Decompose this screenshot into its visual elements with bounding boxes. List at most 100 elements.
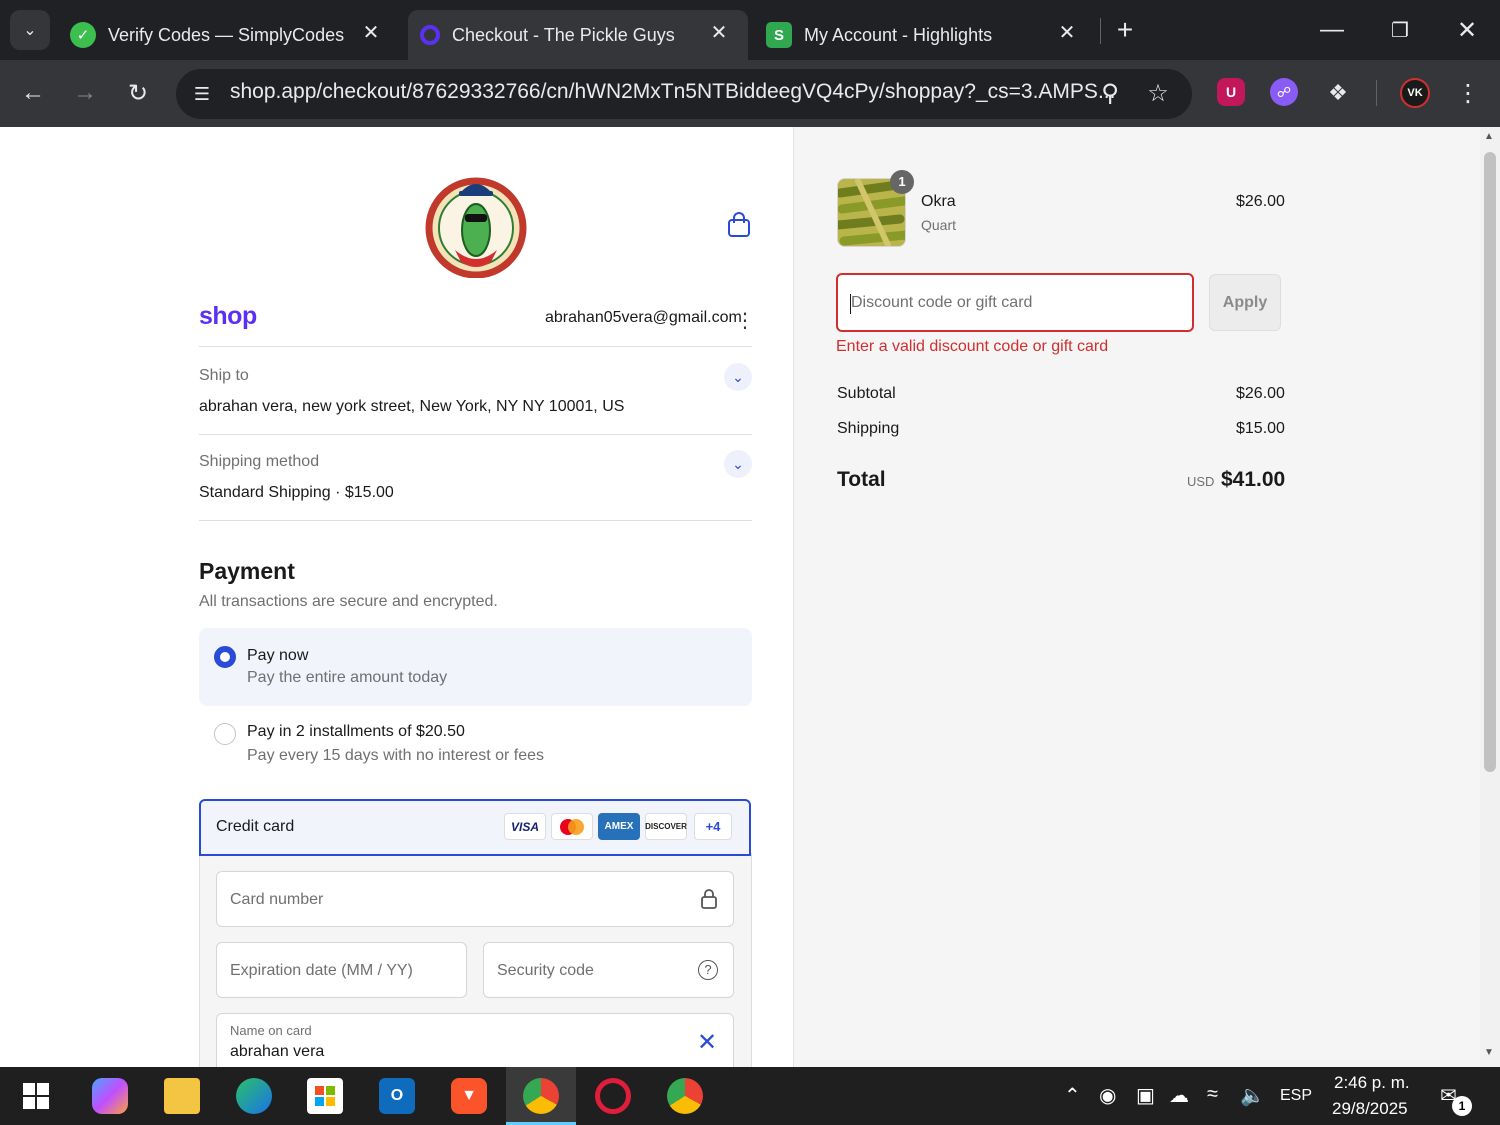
- chrome-icon[interactable]: [523, 1078, 559, 1114]
- device-icon[interactable]: ▣: [1136, 1083, 1155, 1108]
- discount-code-input[interactable]: Discount code or gift card: [836, 273, 1194, 332]
- input-language[interactable]: ESP: [1280, 1087, 1312, 1105]
- simplycodes-icon: ✓: [70, 22, 96, 48]
- tab-simplycodes[interactable]: ✓ Verify Codes — SimplyCodes ✕: [60, 10, 400, 60]
- ublock-icon[interactable]: U: [1217, 78, 1245, 106]
- payment-option-pay-now[interactable]: [199, 628, 752, 706]
- brave-icon[interactable]: ▼: [451, 1078, 487, 1114]
- visa-icon: VISA: [504, 813, 546, 840]
- expiration-field[interactable]: Expiration date (MM / YY): [216, 942, 467, 998]
- apply-discount-button[interactable]: Apply: [1209, 274, 1281, 331]
- windows-start-icon[interactable]: [18, 1078, 54, 1114]
- tab-search-button[interactable]: ⌄: [10, 10, 50, 50]
- minimize-button[interactable]: —: [1312, 10, 1352, 50]
- back-button[interactable]: ←: [13, 73, 53, 113]
- record-icon[interactable]: ◉: [1099, 1083, 1116, 1108]
- ship-to-expand-button[interactable]: ⌄: [724, 363, 752, 391]
- shipping-label: Shipping: [837, 420, 900, 437]
- scroll-up-arrow[interactable]: ▲: [1484, 131, 1494, 142]
- name-on-card-field[interactable]: Name on card abrahan vera ✕: [216, 1013, 734, 1073]
- notification-count: 1: [1452, 1096, 1472, 1116]
- amex-icon: AMEX: [598, 813, 640, 840]
- restore-icon: ❐: [1391, 19, 1409, 42]
- volume-icon[interactable]: 🔈: [1240, 1083, 1265, 1108]
- bookmark-button[interactable]: ☆: [1138, 73, 1178, 113]
- shopping-bag-icon: [728, 212, 750, 237]
- cart-button[interactable]: [726, 212, 752, 238]
- tab-highlights[interactable]: S My Account - Highlights ✕: [756, 10, 1096, 60]
- close-icon[interactable]: ✕: [1056, 22, 1078, 44]
- apply-label: Apply: [1222, 293, 1268, 311]
- restore-button[interactable]: ❐: [1380, 10, 1420, 50]
- shop-icon: [420, 25, 440, 45]
- close-icon[interactable]: ✕: [360, 22, 382, 44]
- close-icon: ✕: [1456, 16, 1478, 44]
- url-text[interactable]: shop.app/checkout/87629332766/cn/hWN2MxT…: [230, 80, 1115, 104]
- product-variant: Quart: [921, 217, 957, 233]
- shipping-method-expand-button[interactable]: ⌄: [724, 450, 752, 478]
- minimize-icon: —: [1320, 16, 1344, 43]
- installments-title[interactable]: Pay in 2 installments of $20.50: [247, 723, 465, 741]
- tune-icon: ☰: [193, 83, 211, 104]
- security-code-field[interactable]: Security code ?: [483, 942, 734, 998]
- outlook-icon[interactable]: O: [379, 1078, 415, 1114]
- arrow-left-icon: ←: [21, 79, 45, 106]
- profile-avatar[interactable]: VK: [1400, 78, 1430, 108]
- zoom-button[interactable]: ⚲: [1090, 73, 1130, 113]
- search-icon: ⚲: [1101, 79, 1119, 107]
- clock-date[interactable]: 29/8/2025: [1332, 1099, 1408, 1119]
- scrollbar-thumb[interactable]: [1484, 152, 1496, 772]
- extension-purple-icon[interactable]: ☍: [1270, 78, 1298, 106]
- discount-placeholder: Discount code or gift card: [851, 294, 1033, 311]
- installments-radio[interactable]: [214, 723, 236, 745]
- tab-title: Verify Codes — SimplyCodes: [108, 24, 345, 45]
- name-on-card-value: abrahan vera: [230, 1043, 325, 1060]
- clear-icon[interactable]: ✕: [697, 1028, 717, 1057]
- help-icon[interactable]: ?: [698, 960, 718, 980]
- card-number-field[interactable]: Card number: [216, 871, 734, 927]
- account-email: abrahan05vera@gmail.com: [545, 309, 742, 326]
- site-info-button[interactable]: ☰: [182, 74, 222, 114]
- microsoft-store-icon[interactable]: [307, 1078, 343, 1114]
- tab-title: My Account - Highlights: [804, 24, 993, 45]
- product-price: $26.00: [1236, 193, 1285, 210]
- edge-icon[interactable]: [236, 1078, 272, 1114]
- reload-button[interactable]: ↻: [118, 73, 158, 113]
- product-name: Okra: [921, 193, 956, 210]
- scroll-down-arrow[interactable]: ▼: [1484, 1047, 1494, 1058]
- opera-icon[interactable]: [595, 1078, 631, 1114]
- installments-subtitle: Pay every 15 days with no interest or fe…: [247, 747, 545, 764]
- shop-brand: shop: [199, 302, 257, 330]
- clock-time[interactable]: 2:46 p. m.: [1334, 1073, 1410, 1093]
- reload-icon: ↻: [127, 79, 149, 107]
- lock-icon: [700, 889, 718, 914]
- file-explorer-icon[interactable]: [164, 1078, 200, 1114]
- wifi-icon[interactable]: ≈: [1207, 1083, 1218, 1106]
- credit-card-label: Credit card: [216, 818, 295, 835]
- account-menu-button[interactable]: ⋮: [735, 308, 755, 332]
- copilot-icon[interactable]: [92, 1078, 128, 1114]
- tab-checkout[interactable]: Checkout - The Pickle Guys ✕: [408, 10, 748, 60]
- onedrive-icon[interactable]: ☁: [1169, 1083, 1189, 1108]
- forward-button[interactable]: →: [65, 73, 105, 113]
- puzzle-icon: ❖: [1328, 80, 1348, 105]
- store-logo[interactable]: [425, 172, 527, 279]
- extensions-button[interactable]: ❖: [1318, 73, 1358, 113]
- pay-now-title: Pay now: [247, 647, 309, 664]
- tab-title: Checkout - The Pickle Guys: [452, 24, 675, 45]
- close-icon[interactable]: ✕: [708, 22, 730, 44]
- pay-now-radio[interactable]: [214, 646, 236, 668]
- discount-error-message: Enter a valid discount code or gift card: [836, 338, 1109, 355]
- more-vert-icon: ⋮: [735, 310, 755, 332]
- currency-code: USD: [1187, 474, 1215, 489]
- menu-button[interactable]: ⋮: [1448, 73, 1488, 113]
- chrome-profile-icon[interactable]: [667, 1078, 703, 1114]
- star-icon: ☆: [1147, 79, 1169, 107]
- new-tab-button[interactable]: +: [1105, 10, 1145, 50]
- shopify-icon: S: [766, 22, 792, 48]
- mastercard-icon: [551, 813, 593, 840]
- tray-overflow-icon[interactable]: ⌃: [1064, 1083, 1081, 1108]
- divider: [199, 434, 752, 435]
- close-window-button[interactable]: ✕: [1447, 10, 1487, 50]
- divider: [199, 346, 752, 347]
